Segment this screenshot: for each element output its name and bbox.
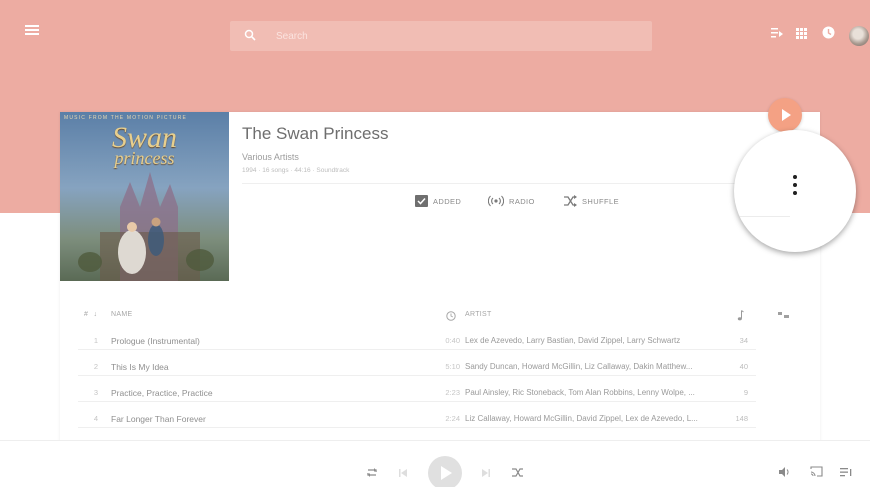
cover-logo-line2: princess [114,148,175,168]
track-row[interactable]: 4 Far Longer Than Forever 2:24 Liz Calla… [78,408,756,428]
track-artist[interactable]: Sandy Duncan, Howard McGillin, Liz Calla… [465,362,717,371]
track-row[interactable]: 3 Practice, Practice, Practice 2:23 Paul… [78,382,756,402]
search-input[interactable] [276,27,636,45]
hamburger-menu-icon[interactable] [25,25,39,35]
player-bar [0,440,870,487]
header-track-number[interactable]: # ↓ [84,311,97,318]
radio-button[interactable]: RADIO [488,193,535,209]
apps-grid-icon[interactable] [796,28,807,39]
header-artist[interactable]: ARTIST [465,311,492,318]
play-album-fab[interactable] [768,98,802,132]
track-row[interactable]: 1 Prologue (Instrumental) 0:40 Lex de Az… [78,330,756,350]
track-duration: 2:23 [445,388,460,397]
album-cover-art[interactable]: MUSIC FROM THE MOTION PICTURE Swan princ… [60,112,229,281]
added-button[interactable]: ADDED [415,193,461,209]
play-pause-button[interactable] [428,456,462,487]
shuffle-icon [563,195,577,207]
track-number: 1 [93,336,98,345]
track-name: Practice, Practice, Practice [111,388,213,398]
track-name: Far Longer Than Forever [111,414,206,424]
track-play-count: 148 [735,414,748,423]
divider [242,183,790,184]
album-meta: 1994 · 16 songs · 44:16 · Soundtrack [242,167,350,174]
shuffle-label: SHUFFLE [582,196,619,206]
track-duration: 0:40 [445,336,460,345]
track-number: 3 [93,388,98,397]
header-name[interactable]: NAME [111,311,132,318]
track-artist[interactable]: Liz Callaway, Howard McGillin, David Zip… [465,414,717,423]
repeat-icon[interactable] [366,467,378,478]
added-label: ADDED [433,196,462,206]
thumbs-rating-icon [778,312,789,318]
music-note-icon [737,310,744,321]
search-box[interactable] [230,21,652,51]
volume-icon[interactable] [779,467,791,477]
track-artist[interactable]: Paul Ainsley, Ric Stoneback, Tom Alan Ro… [465,388,717,397]
header-num-label: # [84,311,89,318]
track-play-count: 34 [739,336,748,345]
more-vert-icon[interactable] [791,175,799,201]
search-icon [244,29,256,41]
track-number: 2 [93,362,98,371]
cover-logo: Swan princess [60,121,229,168]
top-app-bar [0,8,870,51]
magnifier-divider [734,216,790,217]
track-duration: 5:10 [445,362,460,371]
track-row[interactable]: 2 This Is My Idea 5:10 Sandy Duncan, How… [78,356,756,376]
shuffle-playback-icon[interactable] [512,467,524,478]
track-name: Prologue (Instrumental) [111,336,200,346]
album-artist-link[interactable]: Various Artists [242,152,299,162]
shuffle-button[interactable]: SHUFFLE [563,193,619,209]
sort-arrow-icon: ↓ [93,311,98,318]
queue-icon[interactable] [771,28,783,38]
radio-icon [488,195,504,207]
zoom-magnifier [734,130,856,252]
previous-track-icon[interactable] [399,469,407,477]
radio-label: RADIO [509,196,535,206]
library-added-icon [415,195,428,207]
track-artist[interactable]: Lex de Azevedo, Larry Bastian, David Zip… [465,336,717,345]
track-number: 4 [93,414,98,423]
queue-list-icon[interactable] [840,467,852,477]
duration-clock-icon [446,311,456,321]
track-play-count: 9 [743,388,748,397]
track-duration: 2:24 [445,414,460,423]
cast-icon[interactable] [810,466,823,477]
cover-logo-line1: Swan [111,121,177,154]
track-name: This Is My Idea [111,362,169,372]
album-title: The Swan Princess [242,124,389,143]
notifications-icon[interactable] [822,26,835,39]
user-avatar[interactable] [849,26,869,46]
track-play-count: 40 [739,362,748,371]
next-track-icon[interactable] [482,469,490,477]
